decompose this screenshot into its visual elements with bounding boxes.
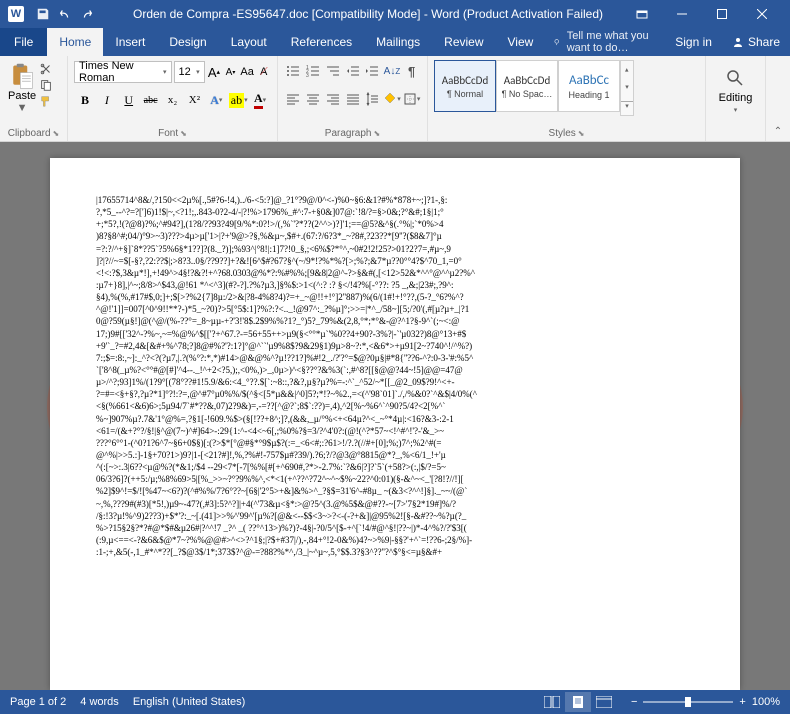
format-painter-icon[interactable] [38, 94, 54, 108]
cut-icon[interactable] [38, 62, 54, 76]
bullets-icon[interactable] [284, 60, 303, 82]
save-icon[interactable] [36, 7, 50, 21]
sign-in-button[interactable]: Sign in [665, 35, 722, 49]
align-center-icon[interactable] [304, 88, 323, 110]
italic-button[interactable]: I [96, 89, 118, 111]
zoom-slider[interactable] [643, 701, 733, 703]
maximize-icon[interactable] [702, 0, 742, 28]
style-heading-1[interactable]: AaBbCc Heading 1 [558, 60, 620, 112]
web-layout-icon[interactable] [591, 692, 617, 712]
font-color-icon[interactable]: A▾ [249, 89, 271, 111]
tab-references[interactable]: References [279, 28, 364, 56]
grow-font-icon[interactable]: A▴ [207, 61, 222, 83]
underline-button[interactable]: U [118, 89, 140, 111]
undo-icon[interactable] [58, 7, 72, 21]
editing-button[interactable]: Editing ▾ [712, 60, 759, 114]
paragraph-launcher-icon[interactable]: ⬊ [374, 129, 381, 138]
file-tab[interactable]: File [0, 28, 47, 56]
strikethrough-button[interactable]: abc [140, 89, 162, 111]
zoom-level[interactable]: 100% [752, 696, 780, 708]
tab-insert[interactable]: Insert [103, 28, 157, 56]
style-no-spacing[interactable]: AaBbCcDd ¶ No Spac… [496, 60, 558, 112]
bold-button[interactable]: B [74, 89, 96, 111]
increase-indent-icon[interactable] [363, 60, 382, 82]
print-layout-icon[interactable] [565, 692, 591, 712]
paste-button[interactable]: Paste ▼ [6, 60, 38, 116]
borders-icon[interactable]: ▾ [402, 88, 421, 110]
document-page[interactable]: |17655714^8&/,?150<<2µ%[.,5#?6-!4,)../6-… [50, 158, 740, 690]
decrease-indent-icon[interactable] [343, 60, 362, 82]
font-group-label: Font [158, 128, 178, 139]
font-size-select[interactable]: 12▾ [174, 61, 205, 83]
numbering-icon[interactable]: 123 [304, 60, 323, 82]
tab-view[interactable]: View [496, 28, 546, 56]
paragraph-group-label: Paragraph [325, 128, 372, 139]
styles-launcher-icon[interactable]: ⬊ [578, 129, 585, 138]
clipboard-launcher-icon[interactable]: ⬊ [53, 129, 60, 138]
multilevel-list-icon[interactable] [323, 60, 342, 82]
window-title: Orden de Compra -ES95647.doc [Compatibil… [114, 7, 622, 21]
justify-icon[interactable] [343, 88, 362, 110]
show-marks-icon[interactable]: ¶ [402, 60, 421, 82]
tab-layout[interactable]: Layout [219, 28, 279, 56]
tab-home[interactable]: Home [47, 28, 103, 56]
clear-formatting-icon[interactable]: A⟋ [256, 61, 271, 83]
copy-icon[interactable] [38, 78, 54, 92]
word-count[interactable]: 4 words [80, 696, 119, 708]
zoom-in-button[interactable]: + [739, 696, 745, 708]
styles-group-label: Styles [549, 128, 576, 139]
quick-access-toolbar [36, 7, 94, 21]
superscript-button[interactable]: X² [183, 89, 205, 111]
ribbon-display-icon[interactable] [622, 0, 662, 28]
shading-icon[interactable]: ▾ [383, 88, 402, 110]
line-spacing-icon[interactable] [363, 88, 382, 110]
share-icon [732, 36, 744, 48]
minimize-icon[interactable] [662, 0, 702, 28]
tab-mailings[interactable]: Mailings [364, 28, 432, 56]
highlight-color-icon[interactable]: ab▾ [227, 89, 249, 111]
document-body-text[interactable]: |17655714^8&/,?150<<2µ%[.,5#?6-!4,)../6-… [96, 194, 694, 558]
share-button[interactable]: Share [722, 35, 790, 49]
zoom-out-button[interactable]: − [631, 696, 637, 708]
svg-text:3: 3 [306, 73, 309, 78]
page-indicator[interactable]: Page 1 of 2 [10, 696, 66, 708]
tab-review[interactable]: Review [432, 28, 495, 56]
shrink-font-icon[interactable]: A▾ [223, 61, 238, 83]
collapse-ribbon-icon[interactable]: ⌃ [766, 56, 790, 141]
styles-gallery-expand[interactable]: ▾ ▾ ▾ [620, 60, 634, 116]
change-case-icon[interactable]: Aa [240, 61, 255, 83]
redo-icon[interactable] [80, 7, 94, 21]
align-right-icon[interactable] [323, 88, 342, 110]
word-app-icon: W [8, 6, 24, 22]
align-left-icon[interactable] [284, 88, 303, 110]
font-launcher-icon[interactable]: ⬊ [180, 129, 187, 138]
read-mode-icon[interactable] [539, 692, 565, 712]
clipboard-group-label: Clipboard [8, 128, 51, 139]
subscript-button[interactable]: x₂ [162, 89, 184, 111]
tell-me-search[interactable]: Tell me what you want to do… [545, 30, 665, 54]
find-icon [725, 68, 747, 90]
clipboard-icon [8, 62, 36, 90]
language-indicator[interactable]: English (United States) [133, 696, 246, 708]
close-icon[interactable] [742, 0, 782, 28]
text-effects-icon[interactable]: A▾ [205, 89, 227, 111]
lightbulb-icon [553, 36, 560, 48]
style-normal[interactable]: AaBbCcDd ¶ Normal [434, 60, 496, 112]
font-name-select[interactable]: Times New Roman▾ [74, 61, 172, 83]
sort-icon[interactable]: A↓Z [383, 60, 402, 82]
tab-design[interactable]: Design [157, 28, 218, 56]
